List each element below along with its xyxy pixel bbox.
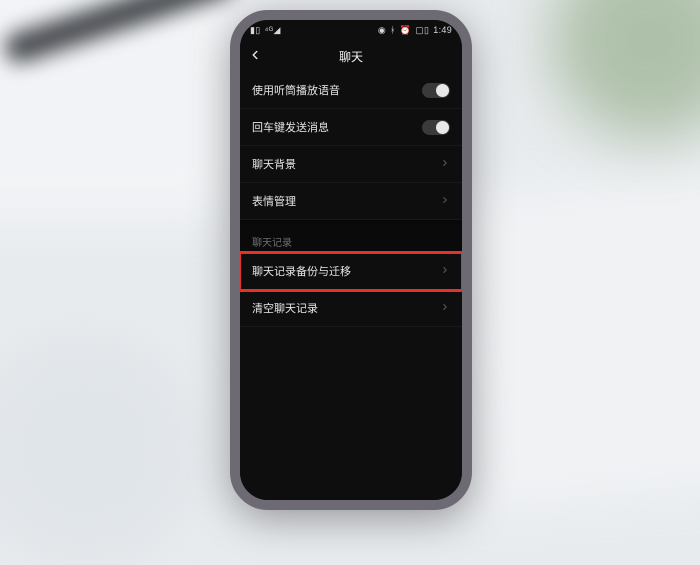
row-sticker-management[interactable]: 表情管理 [240, 183, 462, 220]
row-label: 使用听筒播放语音 [252, 82, 340, 98]
chevron-right-icon [440, 265, 450, 278]
page-title: 聊天 [339, 48, 363, 65]
row-earpiece-playback[interactable]: 使用听筒播放语音 [240, 72, 462, 109]
phone-frame: ▮▯ ⁴ᴳ◢ ◉ ᚼ ⏰ ▢▯ 1:49 聊天 使用听筒播放语音 [230, 10, 472, 510]
toggle-earpiece[interactable] [422, 83, 450, 98]
bluetooth-icon: ᚼ [390, 25, 396, 35]
chevron-right-icon [440, 195, 450, 208]
chevron-right-icon [440, 302, 450, 315]
screen: ▮▯ ⁴ᴳ◢ ◉ ᚼ ⏰ ▢▯ 1:49 聊天 使用听筒播放语音 [240, 20, 462, 500]
back-button[interactable] [248, 48, 264, 64]
signal-icon: ▮▯ [250, 25, 261, 36]
chevron-right-icon [440, 158, 450, 171]
toggle-enter-send[interactable] [422, 120, 450, 135]
row-label: 聊天背景 [252, 156, 296, 172]
network-icon: ⁴ᴳ◢ [265, 25, 281, 36]
row-clear-chat-log[interactable]: 清空聊天记录 [240, 290, 462, 327]
eye-comfort-icon: ◉ [378, 25, 386, 36]
row-label: 清空聊天记录 [252, 300, 318, 316]
row-label: 聊天记录备份与迁移 [252, 263, 351, 279]
battery-icon: ▢▯ [415, 25, 429, 36]
alarm-icon: ⏰ [400, 25, 412, 36]
row-label: 表情管理 [252, 193, 296, 209]
nav-header: 聊天 [240, 40, 462, 72]
section-chat-log: 聊天记录 [240, 224, 462, 253]
clock-text: 1:49 [433, 25, 452, 35]
row-chat-background[interactable]: 聊天背景 [240, 146, 462, 183]
row-label: 回车键发送消息 [252, 119, 329, 135]
row-enter-send[interactable]: 回车键发送消息 [240, 109, 462, 146]
settings-list: 使用听筒播放语音 回车键发送消息 聊天背景 表情管理 聊天记录 [240, 72, 462, 327]
row-backup-migrate[interactable]: 聊天记录备份与迁移 [240, 253, 462, 290]
status-bar: ▮▯ ⁴ᴳ◢ ◉ ᚼ ⏰ ▢▯ 1:49 [240, 20, 462, 40]
